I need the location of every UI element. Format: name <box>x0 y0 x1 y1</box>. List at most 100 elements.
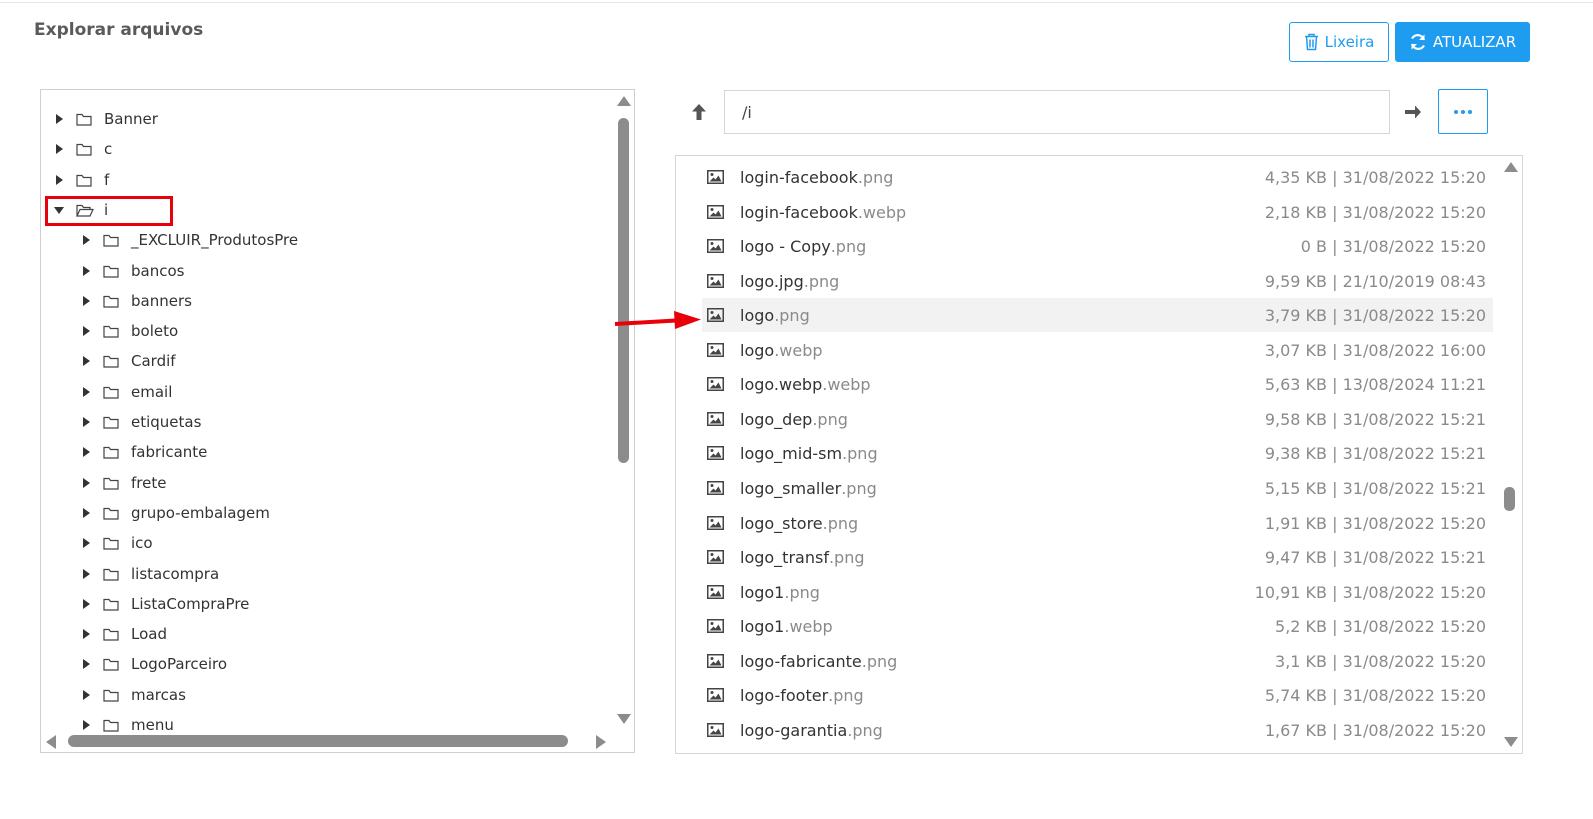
file-row[interactable]: logo-fabricante .png 3,1 KB | 31/08/2022 1… <box>702 644 1493 678</box>
caret-right-icon[interactable] <box>79 417 93 427</box>
file-extension: .png <box>803 271 840 291</box>
file-size-date: 3,1 KB | 31/08/2022 15:20 <box>1275 651 1486 671</box>
image-file-icon <box>707 412 724 426</box>
tree-item[interactable]: banners <box>79 288 192 314</box>
tree-item[interactable]: marcas <box>79 682 186 708</box>
tree-item-label: c <box>104 140 113 158</box>
file-row[interactable]: logo .png 3,79 KB | 31/08/2022 15:20 <box>702 298 1493 332</box>
more-options-button[interactable] <box>1438 89 1488 134</box>
caret-right-icon[interactable] <box>79 356 93 366</box>
scroll-up-icon[interactable] <box>617 96 631 106</box>
caret-right-icon[interactable] <box>79 296 93 306</box>
caret-right-icon[interactable] <box>79 599 93 609</box>
file-name: login-facebook <box>740 167 858 187</box>
file-size-date: 9,47 KB | 31/08/2022 15:21 <box>1264 547 1486 567</box>
file-name: logo-garantia <box>740 720 848 740</box>
tree-item[interactable]: _EXCLUIR_ProdutosPre <box>79 227 298 253</box>
caret-right-icon[interactable] <box>79 720 93 730</box>
tree-item[interactable]: c <box>52 136 112 162</box>
file-row[interactable]: logo_store .png 1,91 KB | 31/08/2022 15:20 <box>702 506 1493 540</box>
tree-item[interactable]: f <box>52 167 109 193</box>
caret-right-icon[interactable] <box>79 478 93 488</box>
folder-icon <box>103 386 121 399</box>
file-row[interactable]: logo_dep .png 9,58 KB | 31/08/2022 15:21 <box>702 402 1493 436</box>
tree-item[interactable]: grupo-embalagem <box>79 500 270 526</box>
tree-item[interactable]: bancos <box>79 258 184 284</box>
caret-down-icon[interactable] <box>52 206 66 214</box>
file-row[interactable]: logo_mid-sm .png 9,38 KB | 31/08/2022 15:2… <box>702 436 1493 470</box>
folder-icon <box>103 295 121 308</box>
trash-button[interactable]: Lixeira <box>1289 22 1389 62</box>
file-list[interactable]: login-facebook .png 4,35 KB | 31/08/2022 1… <box>675 155 1523 754</box>
folder-icon <box>103 234 121 247</box>
caret-right-icon[interactable] <box>79 508 93 518</box>
file-row[interactable]: logo-garantia .png 1,67 KB | 31/08/2022 15… <box>702 713 1493 747</box>
file-scroll-up-icon[interactable] <box>1504 162 1518 172</box>
caret-right-icon[interactable] <box>79 538 93 548</box>
file-size-date: 3,79 KB | 31/08/2022 15:20 <box>1264 305 1486 325</box>
file-row[interactable]: logo - Copy .png 0 B | 31/08/2022 15:20 <box>702 229 1493 263</box>
tree-item[interactable]: LogoParceiro <box>79 651 227 677</box>
caret-right-icon[interactable] <box>79 326 93 336</box>
folder-icon <box>76 143 94 156</box>
caret-right-icon[interactable] <box>79 629 93 639</box>
refresh-button[interactable]: ATUALIZAR <box>1395 22 1530 62</box>
file-name: logo_store <box>740 513 823 533</box>
file-size-date: 5,15 KB | 31/08/2022 15:21 <box>1264 478 1486 498</box>
file-size-date: 5,74 KB | 31/08/2022 15:20 <box>1264 685 1486 705</box>
file-name: logo.jpg <box>740 271 804 291</box>
scroll-down-icon[interactable] <box>617 714 631 724</box>
caret-right-icon[interactable] <box>52 114 66 124</box>
caret-right-icon[interactable] <box>79 690 93 700</box>
folder-icon <box>103 598 121 611</box>
tree-item-label: grupo-embalagem <box>131 504 270 522</box>
file-row[interactable]: logo_transf .png 9,47 KB | 31/08/2022 15:2… <box>702 540 1493 574</box>
tree-item[interactable]: ListaCompraPre <box>79 591 249 617</box>
image-file-icon <box>707 377 724 391</box>
file-row[interactable]: logo .webp 3,07 KB | 31/08/2022 16:00 <box>702 333 1493 367</box>
file-row[interactable]: logo1 .webp 5,2 KB | 31/08/2022 15:20 <box>702 609 1493 643</box>
path-input[interactable]: /i <box>724 90 1390 134</box>
image-file-icon <box>707 619 724 633</box>
caret-right-icon[interactable] <box>79 266 93 276</box>
tree-item[interactable]: fabricante <box>79 439 207 465</box>
tree-item[interactable]: email <box>79 379 172 405</box>
tree-item[interactable]: Cardif <box>79 348 176 374</box>
caret-right-icon[interactable] <box>79 447 93 457</box>
scroll-left-icon[interactable] <box>46 735 56 749</box>
tree-item[interactable]: menu <box>79 712 174 738</box>
file-row[interactable]: logo1 .png 10,91 KB | 31/08/2022 15:20 <box>702 575 1493 609</box>
tree-item[interactable]: ico <box>79 530 153 556</box>
file-row[interactable]: logo.jpg .png 9,59 KB | 21/10/2019 08:43 <box>702 264 1493 298</box>
tree-item[interactable]: Banner <box>52 106 158 132</box>
file-row[interactable]: logo-footer .png 5,74 KB | 31/08/2022 15:2… <box>702 678 1493 712</box>
caret-right-icon[interactable] <box>52 144 66 154</box>
caret-right-icon[interactable] <box>52 175 66 185</box>
trash-icon <box>1304 33 1319 51</box>
file-row[interactable]: logo_smaller .png 5,15 KB | 31/08/2022 15:… <box>702 471 1493 505</box>
tree-item[interactable]: frete <box>79 470 166 496</box>
file-row[interactable]: login-facebook .webp 2,18 KB | 31/08/2022 … <box>702 195 1493 229</box>
caret-right-icon[interactable] <box>79 569 93 579</box>
file-size-date: 10,91 KB | 31/08/2022 15:20 <box>1254 582 1486 602</box>
file-vertical-scroll-thumb[interactable] <box>1504 487 1515 511</box>
file-extension: .png <box>828 547 865 567</box>
file-row[interactable]: login-facebook .png 4,35 KB | 31/08/2022 1… <box>702 160 1493 194</box>
caret-right-icon[interactable] <box>79 659 93 669</box>
file-scroll-down-icon[interactable] <box>1504 737 1518 747</box>
tree-vertical-scroll-thumb[interactable] <box>618 118 629 463</box>
go-button[interactable] <box>1402 100 1424 124</box>
tree-item[interactable]: i <box>52 197 108 223</box>
caret-right-icon[interactable] <box>79 235 93 245</box>
caret-right-icon[interactable] <box>79 387 93 397</box>
parent-folder-button[interactable] <box>688 100 710 124</box>
tree-item[interactable]: boleto <box>79 318 178 344</box>
folder-icon <box>103 416 121 429</box>
tree-item[interactable]: etiquetas <box>79 409 201 435</box>
tree-item[interactable]: listacompra <box>79 561 219 587</box>
folder-tree[interactable]: Banner c f i _EXCLUIR_ProdutosPrebancos banne… <box>40 89 635 753</box>
file-extension: .png <box>828 685 864 705</box>
file-row[interactable]: logo.webp .webp 5,63 KB | 13/08/2024 11:21 <box>702 367 1493 401</box>
tree-item[interactable]: Load <box>79 621 167 647</box>
scroll-right-icon[interactable] <box>596 735 606 749</box>
